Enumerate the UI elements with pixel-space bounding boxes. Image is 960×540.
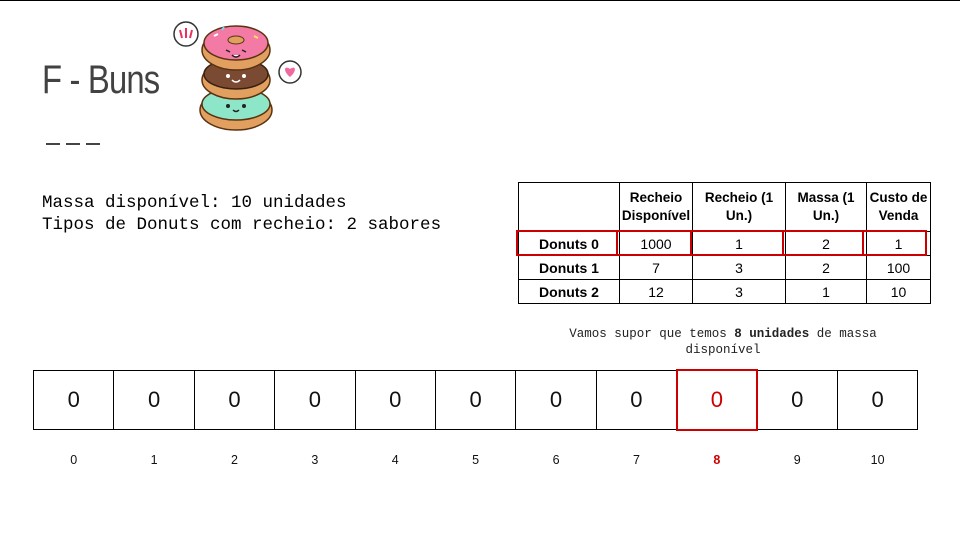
dp-cell: 0: [193, 370, 276, 430]
dp-index-label: 1: [150, 453, 158, 467]
dp-cell: 0: [515, 370, 597, 430]
table-cell: 3: [692, 279, 786, 304]
assumption-note: Vamos supor que temos 8 unidades de mass…: [560, 326, 886, 358]
table-header: Recheio Disponível: [619, 182, 693, 232]
slide-title: F - Buns: [42, 58, 160, 102]
dp-index-label: 2: [231, 453, 238, 467]
table-cell: 100: [866, 255, 931, 280]
dp-index-label: 0: [70, 453, 78, 467]
dp-cell: 0: [836, 370, 919, 430]
dp-array: 00000000000: [33, 369, 919, 431]
dp-cell: 0: [756, 370, 838, 430]
info-line-mass: Massa disponível: 10 unidades: [42, 193, 347, 213]
donut-recipe-table: Recheio Disponível Recheio (1 Un.) Massa…: [518, 182, 931, 304]
table-header: Massa (1 Un.): [785, 182, 867, 232]
problem-info: Massa disponível: 10 unidades Tipos de D…: [42, 192, 441, 236]
table-row: Donuts 0 1000 1 2 1: [518, 231, 931, 256]
dp-cell: 0: [595, 370, 678, 430]
top-rule: [0, 0, 960, 1]
note-prefix: Vamos supor que temos: [569, 327, 735, 341]
table-row: Donuts 2 12 3 1 10: [518, 279, 931, 304]
table-row-label: Donuts 2: [518, 279, 620, 304]
note-bold: 8 unidades: [734, 327, 810, 341]
dp-index-label: 9: [793, 453, 801, 467]
dp-index-label: 3: [311, 453, 319, 467]
info-line-types: Tipos de Donuts com recheio: 2 sabores: [42, 215, 442, 235]
table-cell: 1: [866, 231, 931, 256]
table-header: [518, 182, 620, 232]
table-header: Recheio (1 Un.): [692, 182, 786, 232]
table-cell: 1000: [619, 231, 693, 256]
dp-cell: 0: [113, 370, 195, 430]
table-cell: 7: [619, 255, 693, 280]
table-row-label: Donuts 1: [518, 255, 620, 280]
dp-index-label: 10: [870, 453, 885, 467]
dp-index-label: 6: [552, 453, 560, 467]
table-cell: 3: [692, 255, 786, 280]
dp-cell: 0: [33, 370, 115, 430]
dp-cell: 0: [354, 370, 436, 430]
dp-cell: 0: [676, 369, 758, 431]
dp-index-label: 4: [391, 453, 399, 467]
table-cell: 10: [866, 279, 931, 304]
table-header: Custo de Venda: [866, 182, 931, 232]
table-cell: 1: [785, 279, 867, 304]
stacked-donuts-illustration: [173, 21, 302, 131]
table-cell: 2: [785, 255, 867, 280]
table-row: Donuts 1 7 3 2 100: [518, 255, 931, 280]
title-underline: [46, 132, 106, 150]
dp-index-label: 5: [472, 453, 480, 467]
table-cell: 12: [619, 279, 693, 304]
dp-cell: 0: [434, 370, 517, 430]
dp-index-label: 7: [632, 453, 640, 467]
table-cell: 1: [692, 231, 786, 256]
table-cell: 2: [785, 231, 867, 256]
table-row-label: Donuts 0: [518, 231, 620, 256]
table-header-row: Recheio Disponível Recheio (1 Un.) Massa…: [518, 182, 931, 232]
dp-indices: 0 1 2 3 4 5 6 7 8 9 10: [33, 453, 918, 467]
dp-cell: 0: [274, 370, 356, 430]
dp-index-label: 8: [713, 453, 721, 467]
